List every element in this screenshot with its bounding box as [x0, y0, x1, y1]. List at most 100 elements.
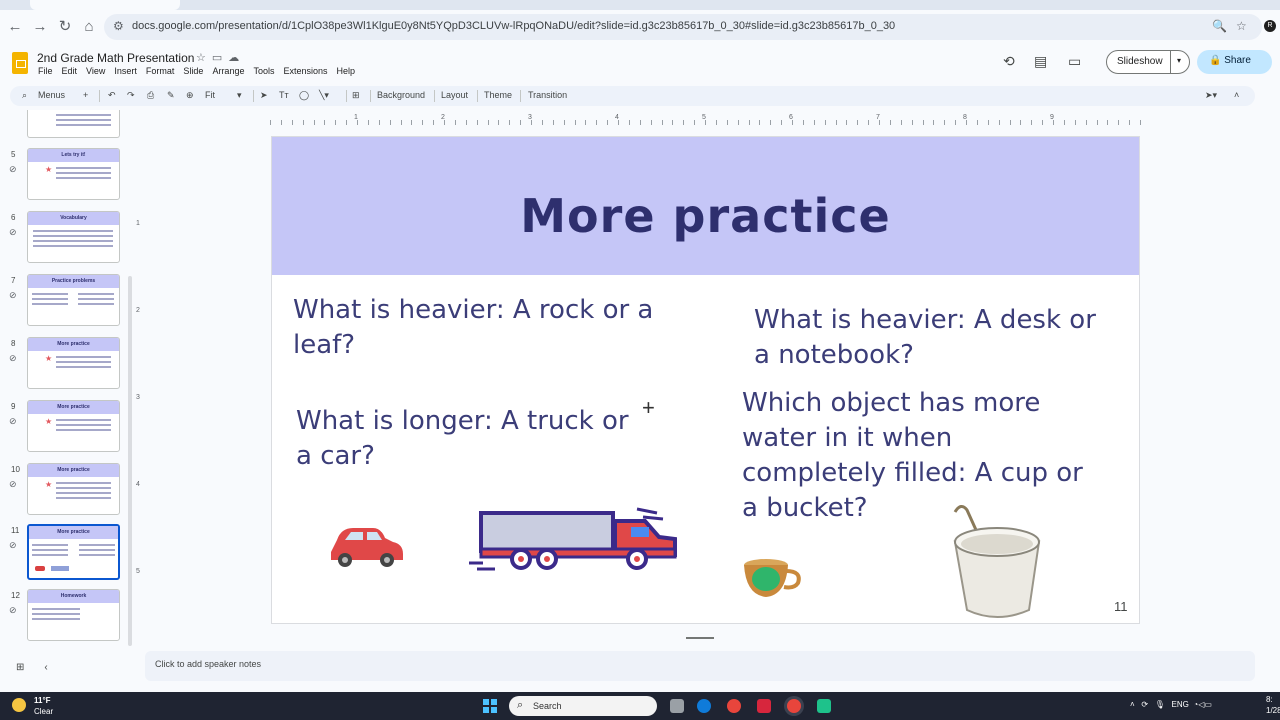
question-truck-car[interactable]: What is longer: A truck or a car?	[296, 404, 641, 474]
address-bar[interactable]: ⚙ docs.google.com/presentation/d/1CplO38…	[104, 14, 1262, 40]
reload-icon[interactable]: ↻	[56, 18, 74, 36]
cloud-saved-icon[interactable]: ☁	[228, 52, 245, 64]
speaker-notes[interactable]: Click to add speaker notes	[145, 651, 1255, 681]
app-green-icon[interactable]	[817, 699, 831, 713]
menu-format[interactable]: Format	[146, 66, 175, 76]
link-icon: ⊘	[9, 605, 17, 615]
sync-icon[interactable]: ⟳	[1141, 700, 1148, 709]
notes-resize-handle[interactable]	[686, 637, 714, 639]
ruler-tick	[955, 120, 957, 125]
paint-format-icon[interactable]: ✎	[167, 90, 175, 101]
mic-icon[interactable]: 🎙	[1155, 700, 1165, 709]
battery-icon[interactable]: ▭	[1204, 700, 1212, 709]
ruler-tick	[400, 120, 402, 125]
grid-view-icon[interactable]: ⊞	[16, 662, 44, 673]
chrome-icon[interactable]	[727, 699, 741, 713]
layout-button[interactable]: Layout	[441, 90, 468, 100]
share-label: Share	[1224, 55, 1251, 66]
home-icon[interactable]: ⌂	[80, 18, 98, 36]
forward-icon[interactable]: →	[31, 18, 49, 36]
search-menus-label[interactable]: Menus	[38, 90, 65, 100]
menu-slide[interactable]: Slide	[183, 66, 203, 76]
site-info-icon[interactable]: ⚙	[113, 19, 124, 33]
horizontal-ruler[interactable]: 1 2 3 4 5 6 7 8 9	[270, 114, 1141, 126]
zoom-icon[interactable]: 🔍	[1212, 19, 1227, 33]
text-box-icon[interactable]: Tт	[279, 90, 289, 100]
ruler-tick	[335, 120, 337, 125]
menu-help[interactable]: Help	[337, 66, 356, 76]
back-icon[interactable]: ←	[6, 18, 24, 36]
undo-icon[interactable]: ↶	[108, 90, 116, 101]
slideshow-button[interactable]: Slideshow ▾	[1106, 50, 1190, 74]
tray-chevron-icon[interactable]: ˄	[1130, 700, 1135, 709]
shape-icon[interactable]: ◯	[299, 90, 309, 101]
active-tab[interactable]	[30, 0, 180, 10]
taskbar-search[interactable]: ⌕ Search	[509, 696, 657, 716]
ruler-tick	[650, 120, 652, 125]
ruler-label: 2	[136, 307, 140, 314]
slide-title[interactable]: More practice	[272, 189, 1139, 243]
edge-icon[interactable]	[697, 699, 711, 713]
slide-thumbnail[interactable]: Practice problems	[27, 274, 120, 326]
document-title[interactable]: 2nd Grade Math Presentation	[37, 51, 194, 65]
slideshow-dropdown-icon[interactable]: ▾	[1177, 56, 1181, 65]
select-tool-icon[interactable]: ➤	[260, 90, 268, 101]
menu-extensions[interactable]: Extensions	[283, 66, 327, 76]
task-view-icon[interactable]	[670, 699, 684, 713]
slides-logo-icon[interactable]	[12, 52, 28, 74]
theme-button[interactable]: Theme	[484, 90, 512, 100]
slide-thumbnail[interactable]: Homework	[27, 589, 120, 641]
question-cup-bucket[interactable]: Which object has more water in it when c…	[742, 386, 1102, 526]
menu-file[interactable]: File	[38, 66, 53, 76]
transition-button[interactable]: Transition	[528, 90, 567, 100]
slide-thumbnail-selected[interactable]: More practice	[27, 524, 120, 580]
collapse-toolbar-icon[interactable]: ˄	[1234, 90, 1239, 100]
slide-thumbnail-4[interactable]	[27, 110, 120, 138]
chrome-profile-icon[interactable]	[787, 699, 801, 713]
weather-temperature[interactable]: 11°F	[34, 696, 51, 705]
version-history-icon[interactable]: ⟲	[1003, 53, 1015, 70]
line-icon[interactable]: ╲▾	[319, 90, 329, 101]
print-icon[interactable]: ⎙	[147, 90, 154, 101]
zoom-icon[interactable]: ⊕	[186, 90, 194, 101]
new-slide-icon[interactable]: +	[83, 90, 88, 100]
language-indicator[interactable]: ENG	[1172, 700, 1189, 709]
slide-thumbnail[interactable]: Lets try it! ★	[27, 148, 120, 200]
zoom-dropdown-icon[interactable]: ▾	[237, 90, 242, 101]
slide-canvas[interactable]: More practice What is heavier: A rock or…	[271, 136, 1140, 624]
vertical-ruler[interactable]: 1 2 3 4 5	[132, 136, 144, 624]
menu-edit[interactable]: Edit	[62, 66, 78, 76]
question-desk-notebook[interactable]: What is heavier: A desk or a notebook?	[754, 303, 1114, 373]
ruler-tick	[672, 120, 674, 125]
comments-icon[interactable]: ▤	[1034, 53, 1047, 70]
slide-thumbnail[interactable]: Vocabulary	[27, 211, 120, 263]
profile-avatar[interactable]: R	[1264, 20, 1276, 32]
menu-arrange[interactable]: Arrange	[212, 66, 244, 76]
system-clock[interactable]: 8: 1/28	[1266, 694, 1280, 716]
start-windows-icon[interactable]	[483, 699, 497, 713]
ruler-tick	[541, 120, 543, 125]
background-button[interactable]: Background	[377, 90, 425, 100]
star-icon[interactable]: ☆	[196, 52, 212, 64]
search-menus-icon[interactable]: ⌕	[22, 90, 27, 101]
menu-view[interactable]: View	[86, 66, 105, 76]
menu-tools[interactable]: Tools	[253, 66, 274, 76]
zoom-select[interactable]: Fit	[205, 90, 215, 100]
slide-thumbnail[interactable]: More practice ★	[27, 337, 120, 389]
slide-thumbnail[interactable]: More practice ★	[27, 400, 120, 452]
menu-insert[interactable]: Insert	[114, 66, 137, 76]
pointer-mode-icon[interactable]: ➤▾	[1205, 90, 1217, 101]
move-folder-icon[interactable]: ▭	[212, 52, 228, 64]
slide-thumbnail[interactable]: More practice ★	[27, 463, 120, 515]
bookmark-star-icon[interactable]: ☆	[1236, 19, 1247, 33]
clock-date: 1/28	[1266, 706, 1280, 715]
collapse-filmstrip-icon[interactable]: ‹	[44, 662, 67, 673]
weather-condition[interactable]: Clear	[34, 707, 53, 716]
app-icon[interactable]	[757, 699, 771, 713]
comment-add-icon[interactable]: ⊞	[352, 90, 360, 101]
redo-icon[interactable]: ↷	[127, 90, 135, 101]
meet-camera-icon[interactable]: ▭	[1068, 53, 1081, 70]
share-button[interactable]: 🔒 Share	[1197, 50, 1272, 74]
question-rock-leaf[interactable]: What is heavier: A rock or a leaf?	[293, 293, 703, 363]
link-icon: ⊘	[9, 479, 17, 489]
